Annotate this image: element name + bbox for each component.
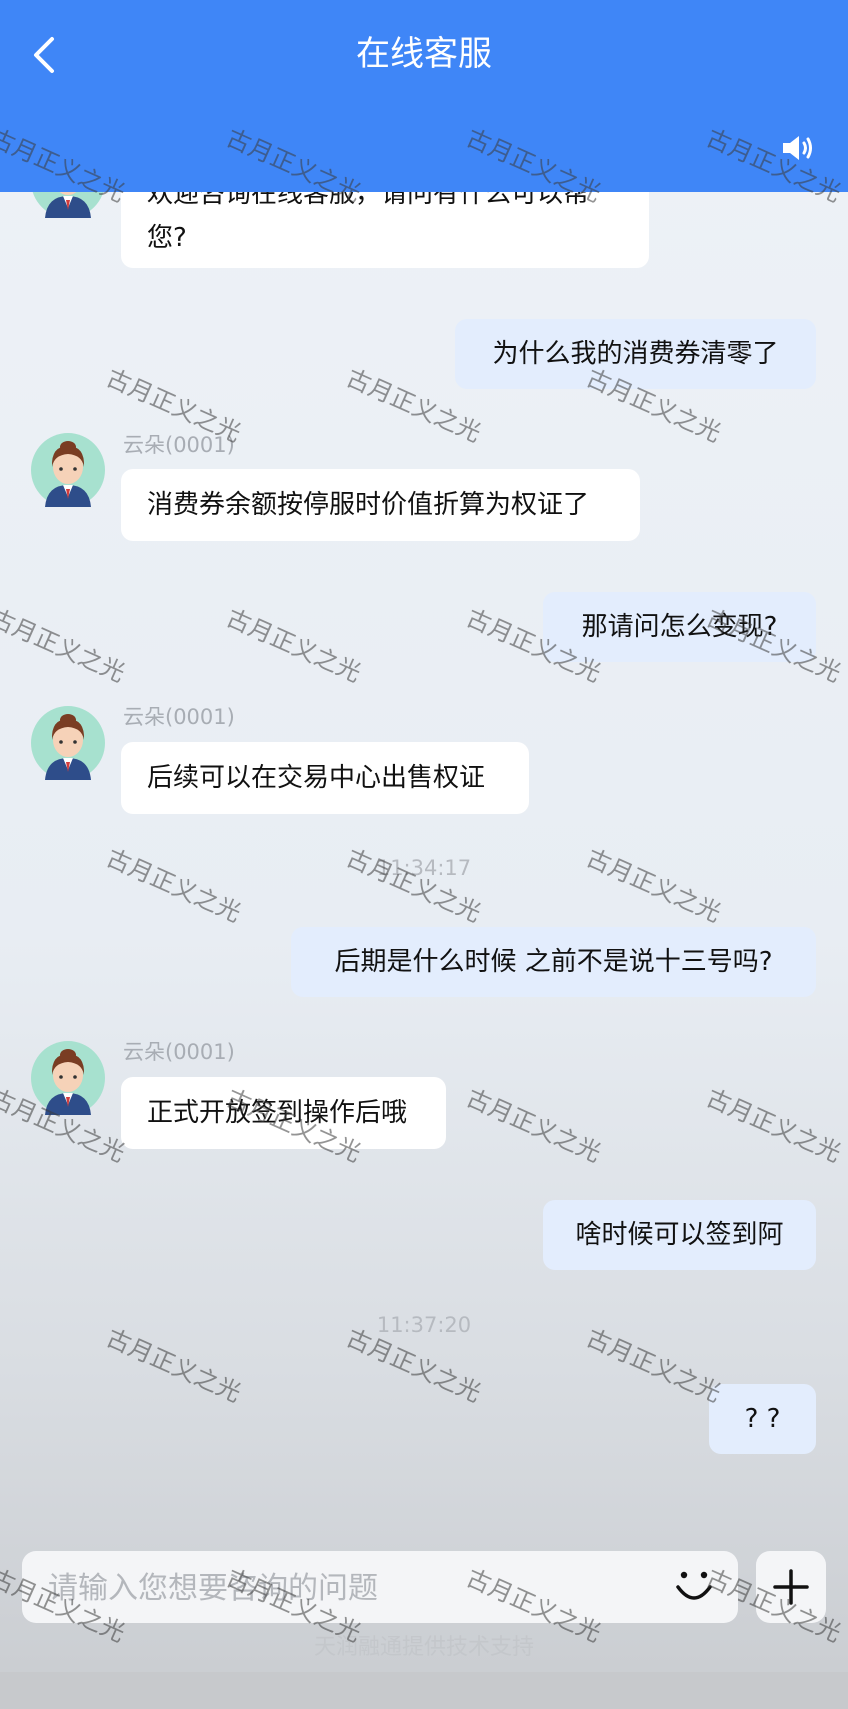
message-text: ? ? <box>744 1404 781 1434</box>
user-message-bubble: 为什么我的消费券清零了 <box>455 319 816 389</box>
watermark-text: 古月正义之光 <box>702 1083 846 1168</box>
watermark-text: 古月正义之光 <box>0 603 130 688</box>
agent-name: 云朵(0001) <box>123 433 235 457</box>
agent-message-bubble: 正式开放签到操作后哦 <box>121 1077 446 1149</box>
agent-avatar <box>31 706 105 780</box>
watermark-text: 古月正义之光 <box>102 843 246 928</box>
agent-message-bubble: 消费券余额按停服时价值折算为权证了 <box>121 469 640 541</box>
timestamp: 11:34:17 <box>376 856 472 880</box>
message-text: 为什么我的消费券清零了 <box>492 339 779 369</box>
watermark-text: 古月正义之光 <box>582 843 726 928</box>
message-text: 后续可以在交易中心出售权证 <box>147 763 486 793</box>
message-text: 后期是什么时候 之前不是说十三号吗? <box>334 947 773 977</box>
user-message-bubble: ? ? <box>709 1384 816 1454</box>
top-bar: 在线客服 <box>0 0 848 192</box>
message-text: 那请问怎么变现? <box>581 612 778 642</box>
agent-message-bubble: 后续可以在交易中心出售权证 <box>121 742 529 814</box>
agent-avatar <box>31 1041 105 1115</box>
timestamp: 11:37:20 <box>376 1313 472 1337</box>
message-text: 啥时候可以签到阿 <box>575 1220 784 1250</box>
speaker-icon <box>783 136 812 160</box>
user-message-bubble: 啥时候可以签到阿 <box>543 1200 816 1270</box>
message-input-box[interactable] <box>22 1551 738 1625</box>
agent-name: 云朵(0001) <box>123 1040 235 1064</box>
page-title: 在线客服 <box>356 34 492 74</box>
agent-name: 云朵(0001) <box>123 705 235 729</box>
smile-icon[interactable] <box>668 1561 720 1613</box>
sound-button[interactable] <box>776 128 820 168</box>
message-text: 消费券余额按停服时价值折算为权证了 <box>147 490 590 520</box>
watermark-text: 古月正义之光 <box>222 603 366 688</box>
message-input[interactable] <box>46 1551 610 1625</box>
powered-by-text: 天润融通提供技术支持 <box>313 1635 534 1660</box>
plus-button[interactable] <box>756 1551 826 1623</box>
plus-icon <box>773 1569 809 1605</box>
message-text: 正式开放签到操作后哦 <box>147 1098 408 1128</box>
agent-avatar <box>31 433 105 507</box>
user-message-bubble: 后期是什么时候 之前不是说十三号吗? <box>291 927 816 997</box>
bottom-bar <box>0 1672 848 1709</box>
watermark-text: 古月正义之光 <box>342 843 486 928</box>
watermark-text: 古月正义之光 <box>462 1083 606 1168</box>
message-text: 您? <box>147 223 187 253</box>
user-message-bubble: 那请问怎么变现? <box>543 592 816 662</box>
